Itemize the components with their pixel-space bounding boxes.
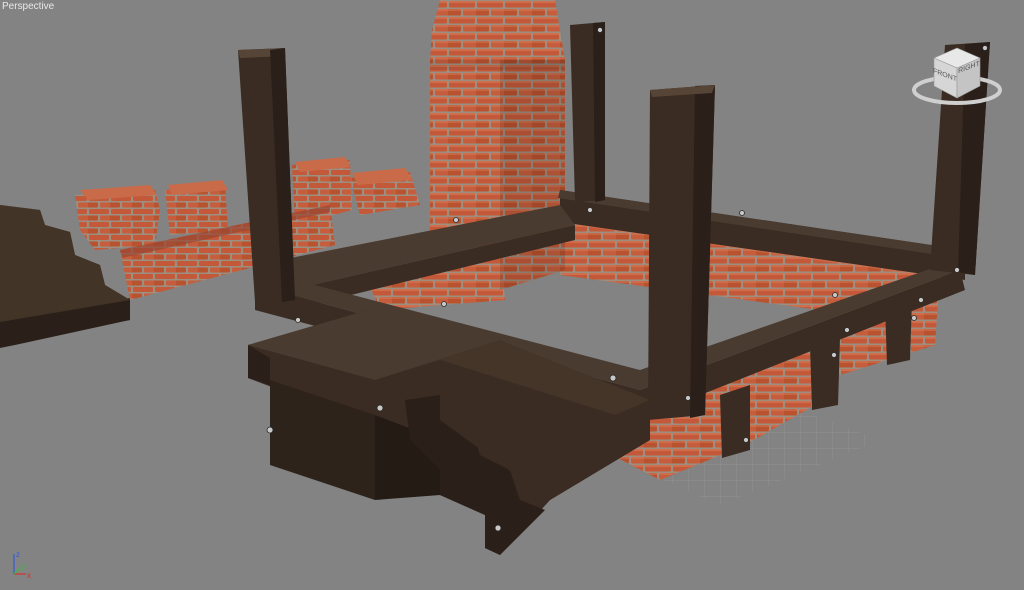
x-axis-label: x — [27, 571, 31, 580]
post-front-right — [648, 85, 715, 420]
z-axis-label: z — [16, 550, 20, 559]
y-axis-line — [13, 567, 21, 575]
axis-tripod: z x y — [13, 550, 31, 580]
viewcube-widget[interactable]: FRONT RIGHT — [912, 40, 1002, 110]
perspective-viewport[interactable]: Perspective FRONT RIGHT z x y — [0, 0, 1024, 590]
y-axis-label: y — [21, 562, 25, 571]
3d-scene-render — [0, 0, 990, 555]
post-rear-left — [570, 22, 605, 202]
viewport-label[interactable]: Perspective — [2, 1, 54, 12]
front-stair-block — [248, 305, 650, 555]
